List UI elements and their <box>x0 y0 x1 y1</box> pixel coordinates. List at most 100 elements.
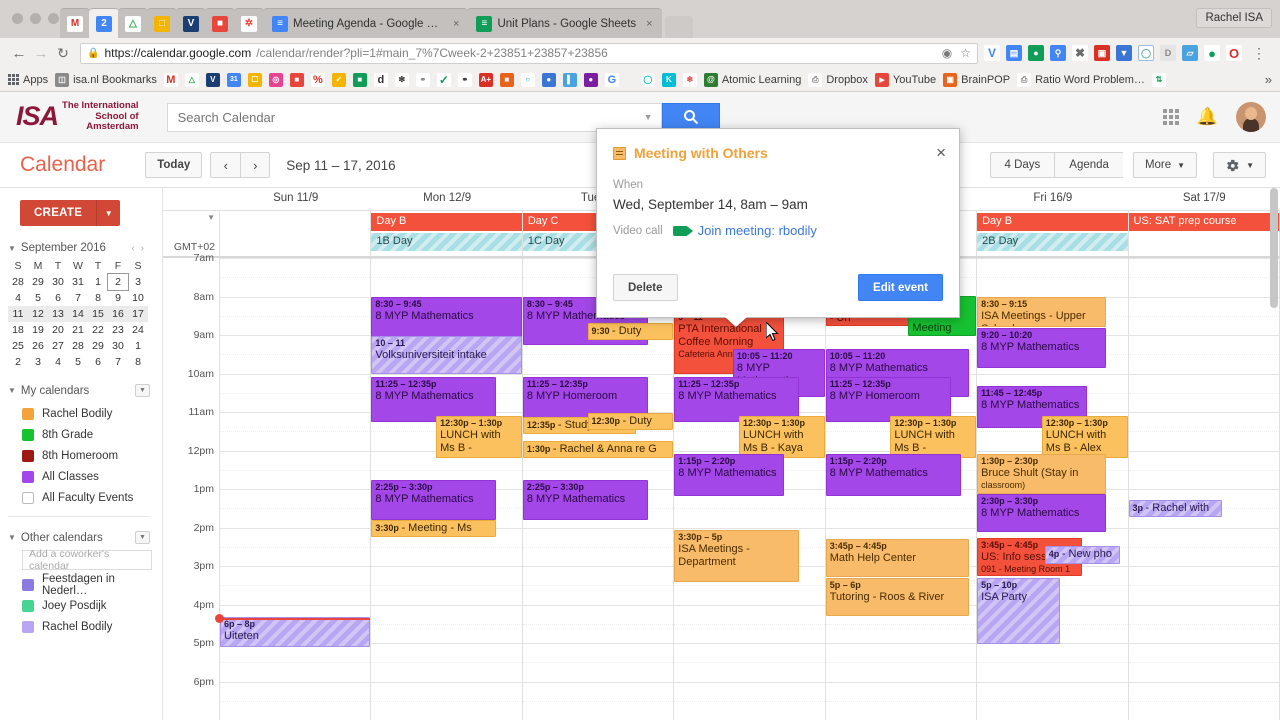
mini-day-cell[interactable]: 3 <box>28 354 48 370</box>
calendar-item-2[interactable]: Rachel Bodily <box>22 616 162 637</box>
add-calendar-input[interactable]: Add a coworker's calendar <box>22 548 152 572</box>
orange-bookmark-icon[interactable]: ■ <box>499 72 514 87</box>
bookmark-youtube[interactable]: ▶ YouTube <box>874 72 936 87</box>
mini-day-cell[interactable]: 2 <box>107 273 129 291</box>
chain-bookmark-icon[interactable]: ⚭ <box>415 72 430 87</box>
calendar-event[interactable]: 4p - New pho <box>1044 546 1120 564</box>
collapse-triangle-icon[interactable]: ▼ <box>8 244 16 253</box>
calendar-event[interactable]: 1:30p – 2:30p Bruce Shult (Stay in classro… <box>977 454 1107 494</box>
mini-day-cell[interactable]: 26 <box>28 338 48 354</box>
all-day-column-6[interactable]: US: SAT prep course <box>1128 211 1280 256</box>
leaf-bookmark-icon[interactable]: ■ <box>352 72 367 87</box>
mini-day-cell[interactable]: 30 <box>108 338 128 354</box>
day-column-5[interactable]: 8:30 – 9:15ISA Meetings - Upper School9:… <box>977 258 1129 720</box>
address-bar[interactable]: 🔒 https://calendar.google.com/calendar/r… <box>80 42 978 64</box>
close-icon[interactable]: × <box>453 18 459 30</box>
browser-tab-7[interactable]: ≡ Meeting Agenda - Google Doc × <box>263 8 469 38</box>
mini-day-cell[interactable]: 8 <box>128 354 148 370</box>
mini-week-row[interactable]: 25 26 27 28 29 30 1 <box>8 338 148 354</box>
mini-day-cell[interactable]: 12 <box>28 306 48 322</box>
mini-day-cell[interactable]: 31 <box>68 274 88 290</box>
calendar-event[interactable]: 12:30p – 1:30p LUNCH with Ms B - <box>890 416 977 458</box>
mini-day-cell[interactable]: 17 <box>128 306 148 322</box>
extension-location-icon[interactable]: ● <box>1204 45 1220 61</box>
mini-day-cell[interactable]: 8 <box>88 290 108 306</box>
calendar-bookmark-icon[interactable]: 31 <box>226 72 241 87</box>
mini-day-cell[interactable]: 16 <box>108 306 128 322</box>
extension-icons[interactable]: V ▤ ● ⚲ ✖ ▣ ▼ ◯ D ▱ ● O ⋮ <box>984 42 1272 64</box>
calendar-color-swatch[interactable] <box>22 491 34 504</box>
browser-tab-2[interactable]: △ <box>118 8 148 38</box>
window-controls[interactable] <box>12 13 59 24</box>
calendar-item-0[interactable]: Rachel Bodily <box>22 403 162 424</box>
browser-tab-6[interactable]: ✲ <box>234 8 264 38</box>
mini-day-cell[interactable]: 29 <box>88 338 108 354</box>
mini-day-cell[interactable]: 1 <box>128 338 148 354</box>
calendar-event[interactable]: 9:30 - Duty <box>587 323 674 340</box>
globe-bookmark-icon[interactable]: ● <box>541 72 556 87</box>
calendar-event[interactable]: 3:30p – 5p ISA Meetings - Department <box>674 530 800 582</box>
all-day-column-5[interactable]: Day B 2B Day <box>977 211 1129 256</box>
mini-day-cell[interactable]: 6 <box>88 354 108 370</box>
d-bookmark-icon[interactable]: d <box>373 72 388 87</box>
all-day-collapse-icon[interactable]: ▼ <box>207 213 215 222</box>
all-day-event[interactable]: Day B <box>977 213 1128 231</box>
mini-week-row[interactable]: 28 29 30 31 1 2 3 <box>8 273 148 291</box>
gmail-bookmark-icon[interactable]: M <box>163 72 178 87</box>
day-header-6[interactable]: Sat 17/9 <box>1129 188 1280 210</box>
mini-day-cell[interactable]: 3 <box>128 274 148 290</box>
search-bookmark-icon[interactable]: ○ <box>520 72 535 87</box>
mini-day-cell[interactable]: 25 <box>8 338 28 354</box>
more-views-button[interactable]: More ▼ <box>1132 152 1198 178</box>
calendar-event[interactable]: 2:25p – 3:30p 8 MYP Mathematics <box>371 480 497 520</box>
calendar-event[interactable]: 2:25p – 3:30p 8 MYP Mathematics <box>522 480 648 520</box>
new-tab-button[interactable] <box>664 16 693 38</box>
mini-day-cell[interactable]: 6 <box>48 290 68 306</box>
close-window-button[interactable] <box>12 13 23 24</box>
calendar-color-swatch[interactable] <box>22 578 34 591</box>
join-meeting-link[interactable]: Join meeting: rbodily <box>698 223 817 238</box>
calendar-event[interactable]: 6p – 8p Uiteten <box>220 617 371 647</box>
mini-week-row[interactable]: 4 5 6 7 8 9 10 <box>8 290 148 306</box>
extension-scissors-icon[interactable]: ✖ <box>1072 45 1088 61</box>
k-bookmark-icon[interactable]: K <box>661 72 676 87</box>
mini-day-cell[interactable]: 5 <box>28 290 48 306</box>
extension-shield-icon[interactable]: ▼ <box>1116 45 1132 61</box>
calendar-event[interactable]: 2:30p – 3:30p 8 MYP Mathematics <box>977 494 1107 532</box>
teal-bookmark-icon[interactable]: ◯ <box>640 72 655 87</box>
browser-tab-5[interactable]: ■ <box>205 8 235 38</box>
mini-calendar[interactable]: SMTWTFS 28 29 30 31 1 2 3 4 5 6 7 8 9 10 11 12 13 14 15 16 1… <box>8 258 148 370</box>
previous-week-button[interactable]: ‹ <box>210 152 241 178</box>
g-bookmark-icon[interactable]: G <box>604 72 619 87</box>
all-day-column-0[interactable] <box>220 211 372 256</box>
calendar-item-1[interactable]: Joey Posdijk <box>22 595 162 616</box>
mini-day-cell[interactable]: 9 <box>108 290 128 306</box>
aplus-bookmark-icon[interactable]: A+ <box>478 72 493 87</box>
bookmarks-overflow-button[interactable]: » <box>1265 72 1272 87</box>
mini-day-cell[interactable]: 14 <box>68 306 88 322</box>
extension-opera-icon[interactable]: O <box>1226 45 1242 61</box>
browser-profile-button[interactable]: Rachel ISA <box>1196 8 1272 28</box>
calendar-item-3[interactable]: All Classes <box>22 466 162 487</box>
pink-bookmark-icon[interactable]: ◎ <box>268 72 283 87</box>
mini-day-cell[interactable]: 24 <box>128 322 148 338</box>
veracross-bookmark-icon[interactable]: V <box>205 72 220 87</box>
calendar-item-4[interactable]: All Faculty Events <box>22 487 162 508</box>
mini-day-cell[interactable]: 7 <box>108 354 128 370</box>
extension-search-icon[interactable]: ⚲ <box>1050 45 1066 61</box>
calendar-color-swatch[interactable] <box>22 470 34 483</box>
tab-strip[interactable]: M 2 △ □ V ■ ✲ ≡ Meeting Agenda - Google Doc × ≡ Uni… <box>60 6 693 38</box>
create-dropdown-caret[interactable]: ▼ <box>96 200 121 226</box>
maximize-window-button[interactable] <box>48 13 59 24</box>
mini-day-cell[interactable]: 28 <box>8 274 28 290</box>
mini-day-cell[interactable]: 5 <box>68 354 88 370</box>
extension-d-icon[interactable]: D <box>1160 45 1176 61</box>
mini-week-row[interactable]: 18 19 20 21 22 23 24 <box>8 322 148 338</box>
day-column-6[interactable]: 3p - Rachel with girls <box>1128 258 1280 720</box>
mini-day-cell[interactable]: 28 <box>68 338 88 354</box>
mini-day-cell[interactable]: 18 <box>8 322 28 338</box>
calendar-event[interactable]: 9:20 – 10:20 8 MYP Mathematics <box>977 328 1107 368</box>
browser-tab-0[interactable]: M <box>60 8 90 38</box>
back-icon[interactable]: ← <box>8 42 30 64</box>
mini-week-row[interactable]: 2345678 <box>8 354 148 370</box>
